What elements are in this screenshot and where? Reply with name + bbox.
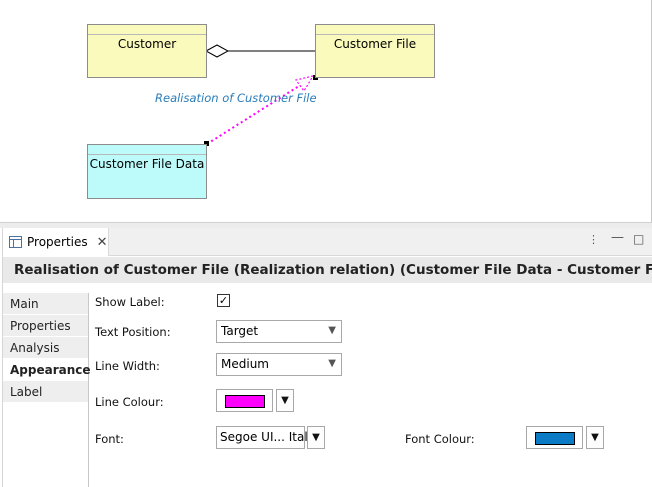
font-value: Segoe UI... Italic — [220, 430, 318, 444]
properties-title-bar: Realisation of Customer File (Realizatio… — [3, 257, 652, 283]
customer-file-data-element[interactable]: Customer File Data — [87, 144, 207, 199]
section-tab-label[interactable]: Label — [3, 381, 88, 403]
section-tab-main[interactable]: Main — [3, 293, 88, 315]
show-label-label: Show Label: — [95, 295, 165, 309]
section-tab-properties[interactable]: Properties — [3, 315, 88, 337]
customer-element-name: Customer — [117, 37, 177, 51]
properties-view: Properties ✕ ⋮ — □ Realisation of Custom… — [2, 228, 652, 487]
line-width-value: Medium — [221, 357, 269, 371]
customer-file-data-element-name: Customer File Data — [89, 157, 205, 171]
maximize-icon[interactable]: □ — [633, 233, 644, 245]
diagram-canvas[interactable]: Customer Customer File Customer File Dat… — [0, 0, 652, 222]
close-icon[interactable]: ✕ — [97, 236, 108, 249]
view-tab-bar: Properties ✕ ⋮ — □ — [3, 228, 652, 256]
line-colour-label: Line Colour: — [95, 395, 164, 409]
text-position-value: Target — [221, 324, 259, 338]
font-dropdown[interactable]: ▼ — [307, 426, 325, 449]
font-colour-dropdown[interactable]: ▼ — [586, 426, 604, 449]
font-colour-label: Font Colour: — [405, 432, 475, 446]
connection-label[interactable]: Realisation of Customer File — [155, 91, 317, 105]
text-position-select[interactable]: Target ▼ — [216, 320, 342, 343]
properties-title: Realisation of Customer File (Realizatio… — [14, 262, 652, 278]
customer-file-element-name: Customer File — [333, 37, 417, 51]
line-width-label: Line Width: — [95, 359, 160, 373]
font-colour-swatch — [535, 432, 575, 445]
font-label: Font: — [95, 432, 124, 446]
properties-table-icon — [9, 236, 22, 248]
show-label-checkbox[interactable]: ✓ — [217, 294, 230, 307]
customer-file-element[interactable]: Customer File — [315, 24, 435, 78]
customer-element[interactable]: Customer — [87, 24, 207, 78]
minimize-icon[interactable]: — — [611, 231, 624, 244]
aggregation-diamond-icon — [204, 44, 230, 58]
view-menu-icon[interactable]: ⋮ — [588, 234, 599, 245]
realization-arrowhead-icon — [294, 75, 315, 93]
line-colour-swatch — [225, 395, 265, 408]
font-button[interactable]: Segoe UI... Italic — [216, 426, 318, 449]
chevron-down-icon: ▼ — [328, 358, 336, 369]
section-tab-analysis[interactable]: Analysis — [3, 337, 88, 359]
section-tabs: Main Properties Analysis Appearance Labe… — [3, 293, 91, 487]
tab-properties[interactable]: Properties ✕ — [3, 228, 109, 256]
font-colour-button[interactable] — [526, 426, 583, 449]
line-colour-dropdown[interactable]: ▼ — [276, 389, 294, 412]
text-position-label: Text Position: — [95, 325, 171, 339]
line-width-select[interactable]: Medium ▼ — [216, 353, 342, 376]
line-colour-button[interactable] — [216, 389, 273, 412]
section-tab-appearance[interactable]: Appearance — [3, 359, 91, 381]
tab-properties-label: Properties — [27, 235, 88, 249]
chevron-down-icon: ▼ — [328, 325, 336, 336]
